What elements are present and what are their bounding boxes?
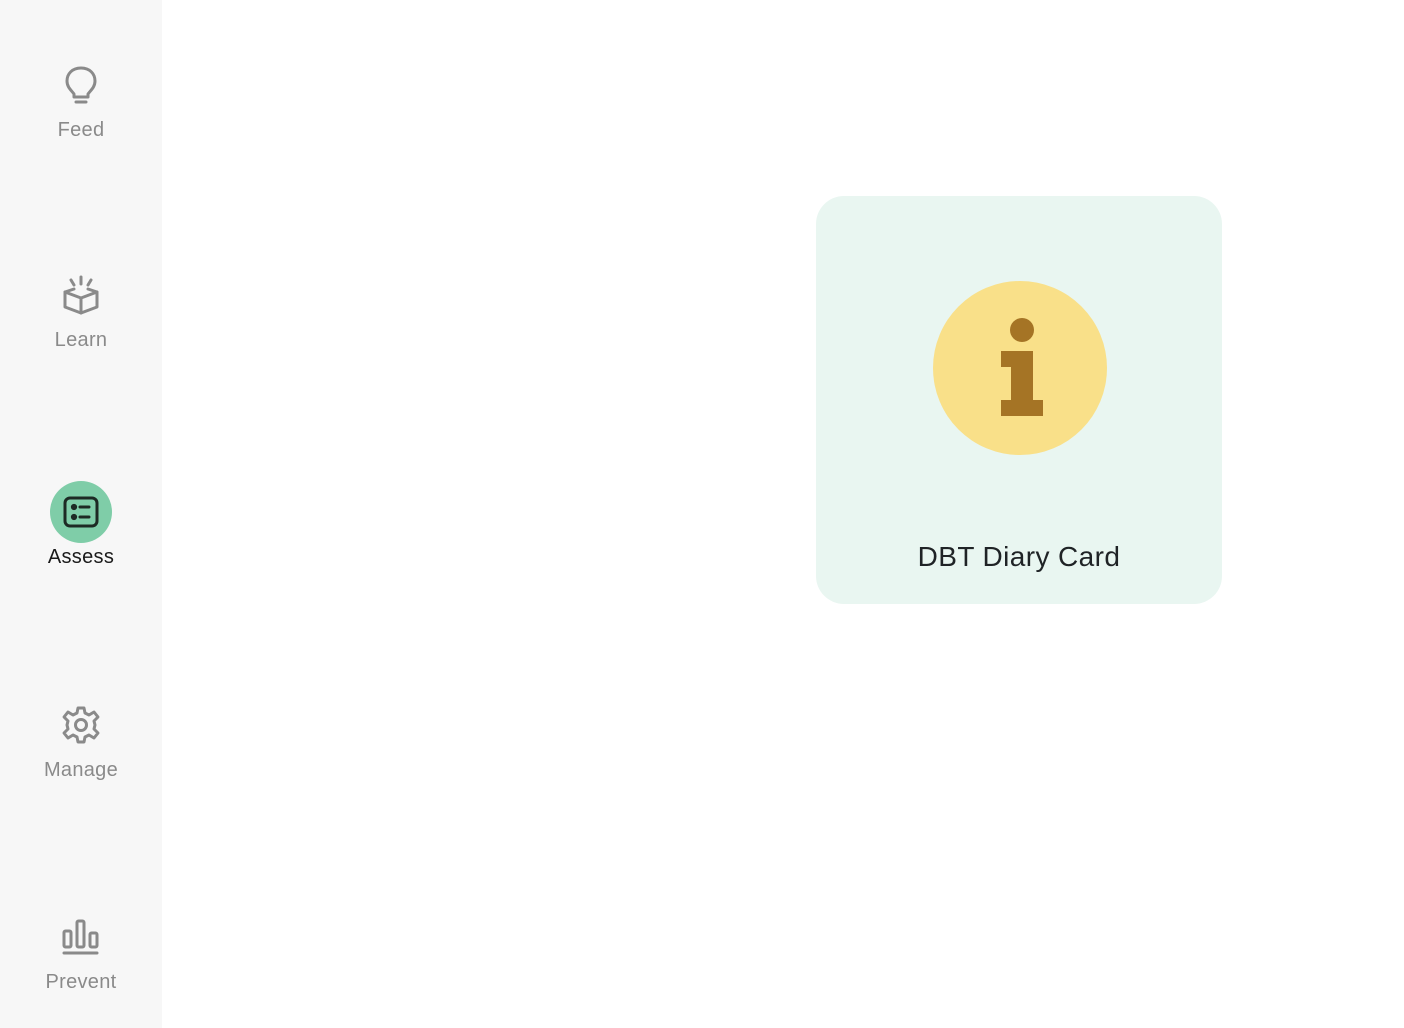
sidebar-item-prevent[interactable]: Prevent	[0, 906, 162, 1026]
checklist-card-icon	[50, 481, 112, 543]
sidebar-item-label: Prevent	[45, 971, 117, 993]
sidebar-item-feed[interactable]: Feed	[0, 54, 162, 174]
sidebar-item-label: Assess	[47, 546, 115, 568]
sidebar-item-label: Manage	[43, 759, 119, 781]
open-book-icon	[50, 264, 112, 326]
sidebar-item-label: Learn	[54, 329, 108, 351]
bar-chart-icon	[50, 906, 112, 968]
lightbulb-icon	[50, 54, 112, 116]
sidebar-item-label: Feed	[57, 119, 105, 141]
info-icon	[933, 281, 1107, 455]
sidebar-item-manage[interactable]: Manage	[0, 694, 162, 814]
sidebar-item-learn[interactable]: Learn	[0, 264, 162, 384]
card-title: DBT Diary Card	[917, 541, 1121, 572]
app-window: Feed Learn Assess Manage Prevent DBT Dia…	[0, 0, 1404, 1028]
main-content: DBT Diary Card	[162, 0, 1404, 1028]
assessment-card-dbt-diary[interactable]: DBT Diary Card	[816, 196, 1222, 604]
gear-icon	[50, 694, 112, 756]
sidebar-item-assess[interactable]: Assess	[0, 481, 162, 601]
sidebar-nav: Feed Learn Assess Manage Prevent	[0, 0, 162, 1028]
